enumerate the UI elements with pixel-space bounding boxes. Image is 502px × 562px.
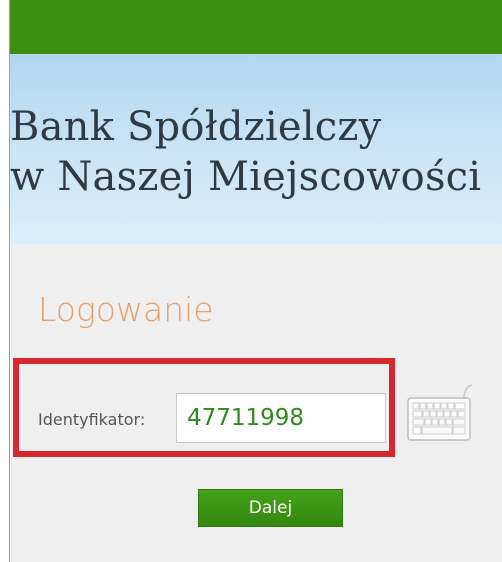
bank-name-line-1: Bank Spółdzielczy <box>10 104 382 150</box>
login-page: Bank Spółdzielczy w Naszej Miejscowości … <box>0 0 502 562</box>
top-bar <box>10 0 502 54</box>
bank-name-line-2: w Naszej Miejscowości <box>10 154 482 200</box>
login-panel: Logowanie Identyfikator: 47711998 Dalej <box>10 244 502 562</box>
bank-header: Bank Spółdzielczy w Naszej Miejscowości <box>10 54 502 244</box>
login-title: Logowanie <box>38 290 214 329</box>
identifier-input[interactable] <box>176 393 386 443</box>
identifier-label: Identyfikator: <box>38 410 146 429</box>
virtual-keyboard-icon[interactable] <box>406 382 474 442</box>
next-button[interactable]: Dalej <box>198 489 343 527</box>
